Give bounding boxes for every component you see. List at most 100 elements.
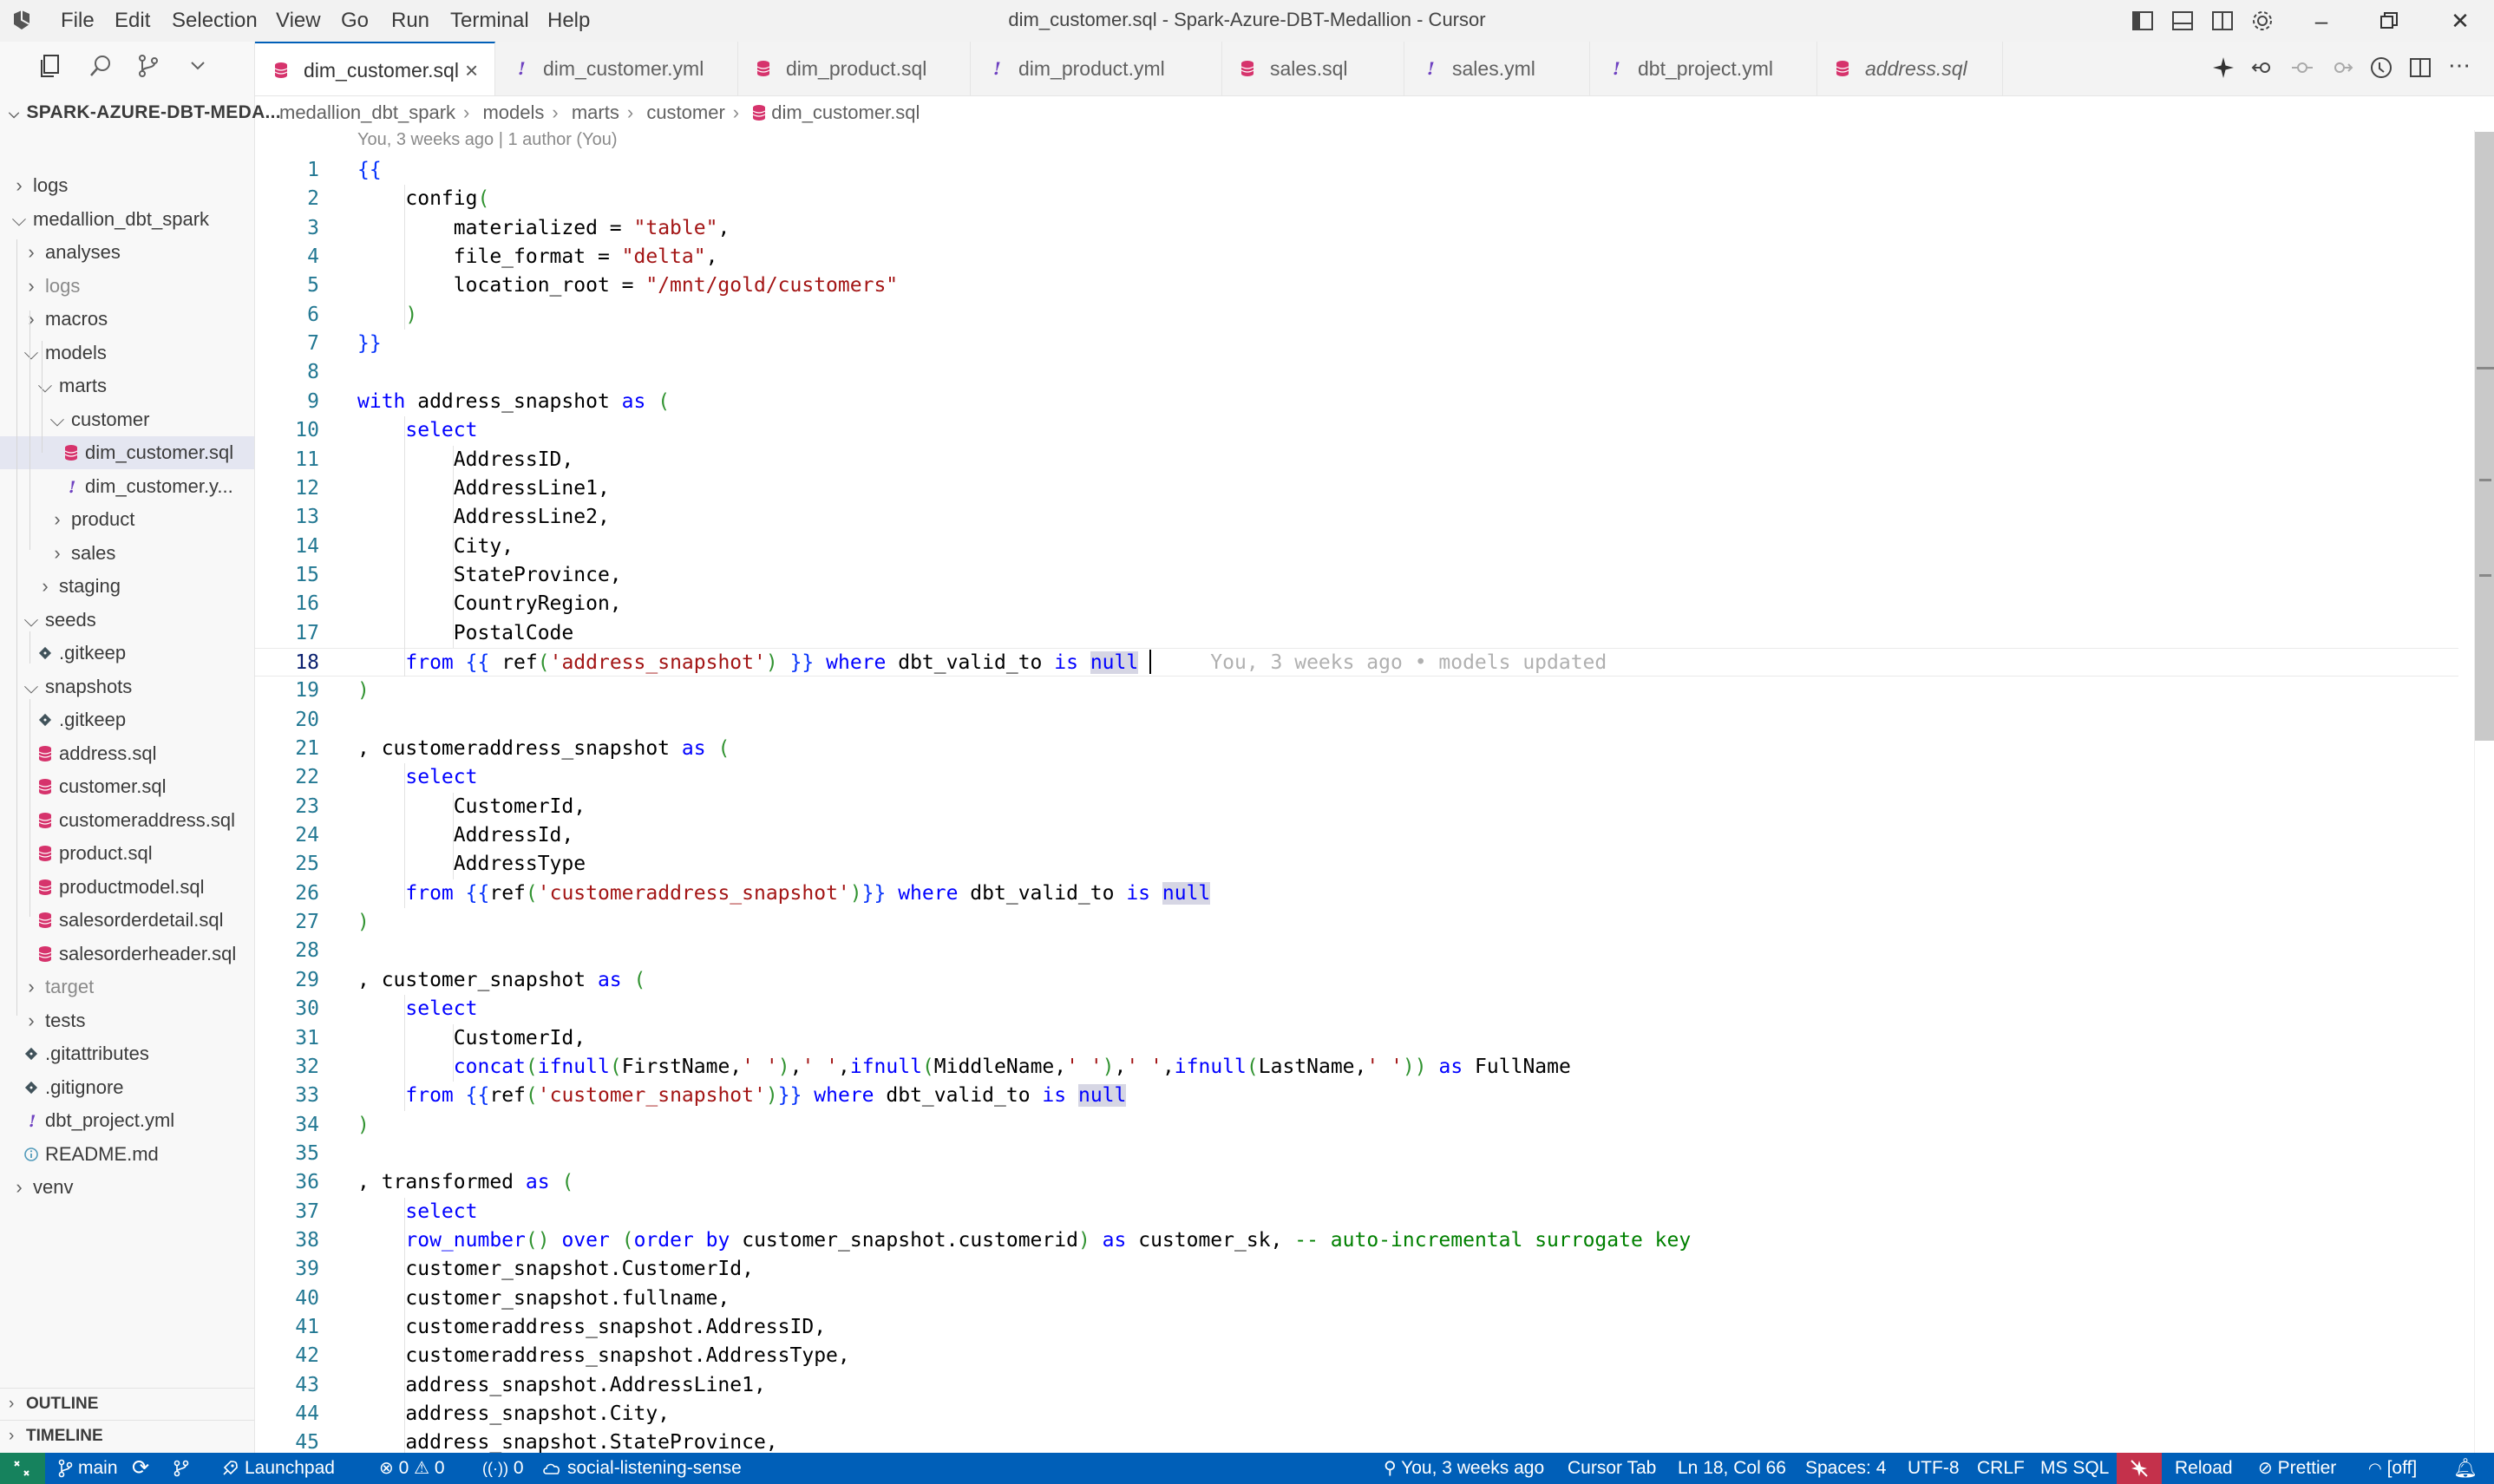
launchpad-status[interactable]: Launchpad [220,1453,335,1484]
language-mode-status[interactable]: MS SQL [2040,1453,2109,1484]
cursor-position-status[interactable]: Ln 18, Col 66 [1678,1453,1786,1484]
code-line[interactable]: 3 materialized = "table", [255,214,2458,243]
close-tab-icon[interactable]: × [465,43,478,97]
outline-section[interactable]: › OUTLINE [0,1388,254,1420]
tree-item[interactable]: dim_customer.sql [0,436,254,469]
chevron-right-icon[interactable]: › [10,1171,28,1204]
tree-item[interactable]: ⌵ customer [0,403,254,436]
code-line[interactable]: 11 AddressID, [255,446,2458,474]
code-line[interactable]: 10 select [255,416,2458,445]
code-line[interactable]: 23 CustomerId, [255,793,2458,821]
indentation-status[interactable]: Spaces: 4 [1805,1453,1886,1484]
line-number[interactable]: 24 [255,821,319,850]
menu-selection[interactable]: Selection [172,9,258,33]
line-number[interactable]: 2 [255,185,319,213]
line-number[interactable]: 42 [255,1342,319,1370]
chevron-right-icon[interactable]: › [10,169,28,202]
code-line[interactable]: 14 City, [255,533,2458,561]
more-actions-icon[interactable]: ⋯ [2448,52,2471,79]
next-change-icon[interactable] [2329,56,2353,80]
tree-item[interactable]: product.sql [0,837,254,870]
code-line[interactable]: 43 address_snapshot.AddressLine1, [255,1371,2458,1400]
tree-item[interactable]: ⌵ models [0,337,254,369]
line-number[interactable]: 27 [255,908,319,937]
tab[interactable]: ! sales.yml [1404,42,1590,95]
ai-disabled-indicator[interactable] [2117,1453,2162,1484]
restore-icon[interactable] [2379,10,2399,31]
code-line[interactable]: 41 customeraddress_snapshot.AddressID, [255,1313,2458,1342]
code-line[interactable]: 39 customer_snapshot.CustomerId, [255,1255,2458,1284]
chevron-down-icon[interactable]: ⌵ [23,337,40,369]
eol-status[interactable]: CRLF [1977,1453,2025,1484]
tab[interactable]: sales.sql [1221,42,1404,95]
line-number[interactable]: 45 [255,1428,319,1453]
line-number[interactable]: 37 [255,1198,319,1226]
tree-item[interactable]: .gitkeep [0,703,254,736]
code-line[interactable]: 18 from {{ ref('address_snapshot') }} wh… [255,647,2458,677]
chevron-right-icon[interactable]: › [49,503,66,536]
split-editor-icon[interactable] [2408,56,2432,80]
toggle-secondary-sidebar-icon[interactable] [2210,9,2235,33]
chevron-right-icon[interactable]: › [49,537,66,570]
line-number[interactable]: 40 [255,1285,319,1313]
menu-go[interactable]: Go [341,9,369,33]
code-line[interactable]: 38 row_number() over (order by customer_… [255,1226,2458,1255]
line-number[interactable]: 28 [255,937,319,965]
chevron-right-icon[interactable]: › [23,303,40,336]
tree-item[interactable]: customeraddress.sql [0,804,254,837]
chevron-down-icon[interactable]: ⌵ [36,369,54,402]
code-line[interactable]: 5 location_root = "/mnt/gold/customers" [255,271,2458,300]
chevron-right-icon[interactable]: › [23,236,40,269]
breadcrumb-item[interactable]: customer [646,101,724,123]
inline-git-blame[interactable]: You, 3 weeks ago • models updated [1138,651,1607,674]
line-number[interactable]: 31 [255,1024,319,1053]
tab[interactable]: ! dim_product.yml [970,42,1222,95]
line-number[interactable]: 30 [255,995,319,1023]
line-number[interactable]: 44 [255,1400,319,1428]
tree-item[interactable]: › product [0,503,254,536]
git-graph-icon[interactable] [172,1453,196,1484]
line-number[interactable]: 5 [255,271,319,300]
line-number[interactable]: 23 [255,793,319,821]
tree-item[interactable]: › analyses [0,236,254,269]
tree-item[interactable]: ⌵ snapshots [0,670,254,703]
line-number[interactable]: 4 [255,243,319,271]
code-line[interactable]: 15 StateProvince, [255,561,2458,590]
line-number[interactable]: 39 [255,1255,319,1284]
line-number[interactable]: 43 [255,1371,319,1400]
close-window-icon[interactable]: ✕ [2446,7,2474,35]
code-line[interactable]: 28 [255,937,2458,965]
code-line[interactable]: 40 customer_snapshot.fullname, [255,1285,2458,1313]
line-number[interactable]: 35 [255,1140,319,1168]
code-line[interactable]: 45 address_snapshot.StateProvince, [255,1428,2458,1453]
chevron-down-icon[interactable] [184,52,212,80]
line-number[interactable]: 26 [255,879,319,908]
menu-terminal[interactable]: Terminal [450,9,529,33]
open-changes-icon[interactable] [2251,56,2275,80]
line-number[interactable]: 12 [255,474,319,503]
code-line[interactable]: 13 AddressLine2, [255,503,2458,532]
copilot-status[interactable]: ◠ [off] [2368,1453,2417,1484]
chevron-right-icon[interactable]: › [23,1004,40,1037]
code-line[interactable]: 34) [255,1111,2458,1140]
line-number[interactable]: 8 [255,358,319,387]
menu-help[interactable]: Help [547,9,590,33]
reload-status[interactable]: Reload [2175,1453,2233,1484]
line-number[interactable]: 36 [255,1168,319,1197]
line-number[interactable]: 13 [255,503,319,532]
code-line[interactable]: 7}} [255,330,2458,358]
code-line[interactable]: 36 , transformed as ( [255,1168,2458,1197]
tree-item[interactable]: ⌵ medallion_dbt_spark [0,203,254,236]
menu-view[interactable]: View [276,9,321,33]
code-line[interactable]: 44 address_snapshot.City, [255,1400,2458,1428]
chevron-down-icon[interactable]: ⌵ [23,670,40,703]
tree-item[interactable]: › sales [0,537,254,570]
code-line[interactable]: 19) [255,677,2458,705]
code-line[interactable]: 29 , customer_snapshot as ( [255,966,2458,995]
line-number[interactable]: 29 [255,966,319,995]
tree-item[interactable]: › logs [0,270,254,303]
line-number[interactable]: 34 [255,1111,319,1140]
timeline-section[interactable]: › TIMELINE [0,1420,254,1452]
line-number[interactable]: 38 [255,1226,319,1255]
project-status[interactable]: social-listening-sense [541,1453,742,1484]
